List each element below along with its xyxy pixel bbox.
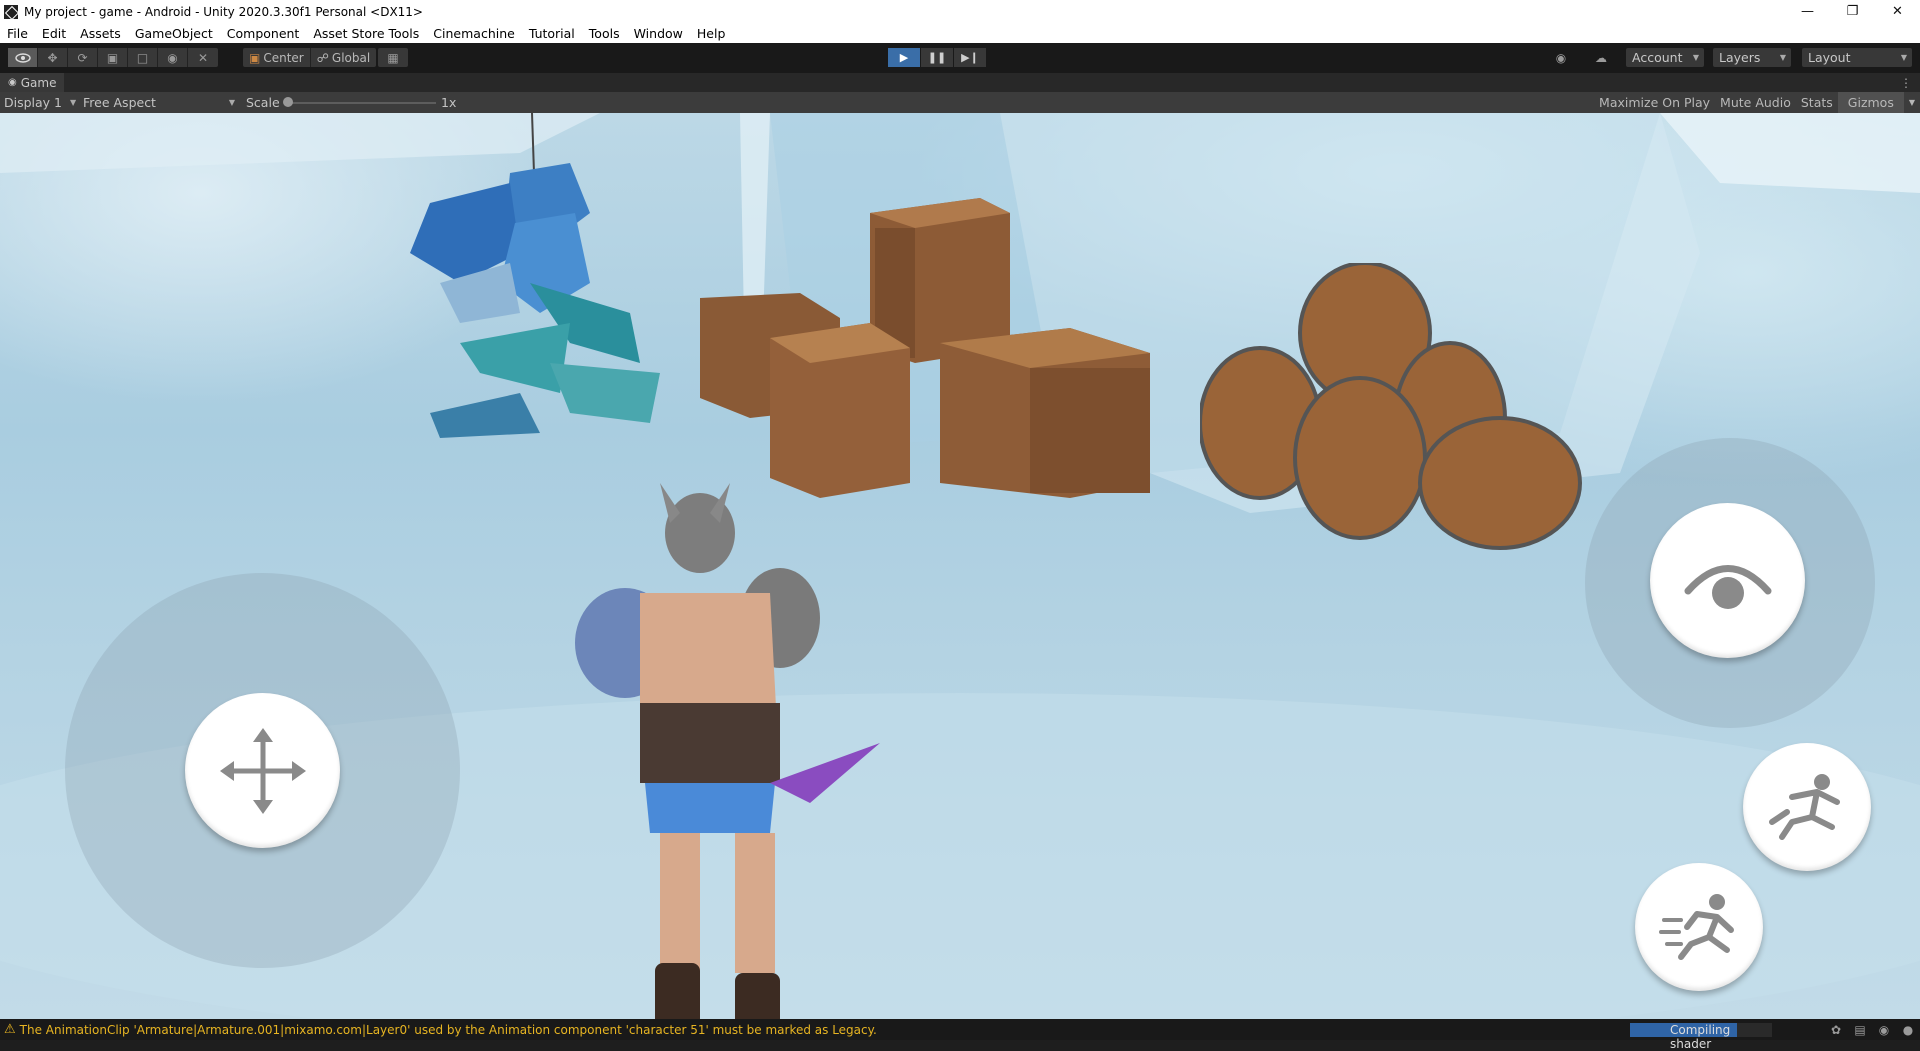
look-joystick-handle[interactable] <box>1650 503 1805 658</box>
sprint-button[interactable] <box>1635 863 1763 991</box>
tab-game-label: Game <box>20 75 57 90</box>
rect-tool-icon[interactable]: □ <box>128 48 158 67</box>
debug-icon[interactable]: ◉ <box>1872 1023 1896 1037</box>
step-button[interactable]: ▶❙ <box>954 48 986 67</box>
minimize-icon[interactable]: — <box>1785 0 1830 23</box>
tab-game[interactable]: ◉ Game <box>0 73 65 92</box>
status-bar: ⚠ The AnimationClip 'Armature|Armature.0… <box>0 1019 1920 1051</box>
unity-logo-icon <box>4 4 18 19</box>
move-arrows-icon <box>219 727 306 814</box>
menu-bar: File Edit Assets GameObject Component As… <box>0 23 1920 44</box>
menu-asset-store-tools[interactable]: Asset Store Tools <box>306 26 426 41</box>
console-message[interactable]: The AnimationClip 'Armature|Armature.001… <box>20 1023 877 1037</box>
pivot-toggles: ▣ Center ☍ Global <box>243 48 377 67</box>
rotate-tool-icon[interactable]: ⟳ <box>68 48 98 67</box>
status-icons: ✿ ▤ ◉ ● <box>1824 1019 1920 1040</box>
restore-icon[interactable]: ❐ <box>1830 0 1875 23</box>
window-titlebar: My project - game - Android - Unity 2020… <box>0 0 1920 23</box>
lock-icon[interactable]: ● <box>1896 1023 1920 1037</box>
menu-gameobject[interactable]: GameObject <box>128 26 220 41</box>
running-person-icon <box>1659 894 1734 960</box>
pivot-label: Center <box>263 50 304 65</box>
menu-tutorial[interactable]: Tutorial <box>522 26 582 41</box>
collab-icon[interactable]: ◉ <box>1548 48 1574 67</box>
gamepad-icon: ◉ <box>8 77 17 88</box>
cache-icon[interactable]: ▤ <box>1848 1023 1872 1037</box>
scale-value: 1x <box>441 95 457 110</box>
pivot-global-toggle[interactable]: ☍ Global <box>311 48 376 67</box>
bug-icon[interactable]: ✿ <box>1824 1023 1848 1037</box>
scale-tool-icon[interactable]: ▣ <box>98 48 128 67</box>
chevron-down-icon: ▼ <box>1900 53 1907 62</box>
move-joystick-handle[interactable] <box>185 693 340 848</box>
game-tab-bar: ◉ Game ⋮ <box>0 73 1920 92</box>
tab-menu-icon[interactable]: ⋮ <box>1900 76 1912 90</box>
layout-label: Layout <box>1808 50 1851 65</box>
main-toolbar: ✥ ⟳ ▣ □ ◉ ✕ ▣ Center ☍ Global ▦ ▶ ❚❚ ▶❙ ◉ … <box>0 43 1920 73</box>
layout-dropdown[interactable]: Layout ▼ <box>1802 48 1912 67</box>
warning-icon: ⚠ <box>4 1022 16 1037</box>
ice-crystal-plant <box>410 113 660 438</box>
account-label: Account <box>1632 50 1683 65</box>
menu-assets[interactable]: Assets <box>73 26 128 41</box>
display-dropdown[interactable]: Display 1 ▼ <box>4 92 76 113</box>
menu-file[interactable]: File <box>0 26 35 41</box>
pivot-icon: ▣ <box>249 50 261 65</box>
menu-window[interactable]: Window <box>627 26 690 41</box>
game-view-bar: Display 1 ▼ Free Aspect ▼ Scale 1x Maximiz… <box>0 92 1920 113</box>
jumping-person-icon <box>1769 774 1840 840</box>
gizmos-label: Gizmos <box>1847 95 1894 110</box>
scale-slider-track[interactable] <box>288 102 436 104</box>
chevron-down-icon: ▼ <box>228 98 235 107</box>
transform-tools: ✥ ⟳ ▣ □ ◉ ✕ <box>8 48 218 67</box>
play-button[interactable]: ▶ <box>888 48 920 67</box>
player-character <box>575 483 880 1019</box>
menu-tools[interactable]: Tools <box>582 26 627 41</box>
eye-icon <box>1684 564 1771 609</box>
playmode-controls: ▶ ❚❚ ▶❙ <box>888 48 987 67</box>
wooden-barrels <box>1200 263 1582 550</box>
move-tool-icon[interactable]: ✥ <box>38 48 68 67</box>
window-controls: — ❐ ✕ <box>1785 0 1920 23</box>
custom-tool-icon[interactable]: ✕ <box>188 48 218 67</box>
aspect-label: Free Aspect <box>83 95 156 110</box>
globe-icon: ☍ <box>316 50 329 65</box>
jump-button[interactable] <box>1743 743 1871 871</box>
grid-snap-icon[interactable]: ▦ <box>378 48 408 67</box>
display-label: Display 1 <box>4 95 63 110</box>
space-label: Global <box>331 50 371 65</box>
menu-help[interactable]: Help <box>690 26 733 41</box>
snap-group: ▦ <box>378 48 408 67</box>
pivot-center-toggle[interactable]: ▣ Center <box>243 48 311 67</box>
view-tool-icon[interactable] <box>8 48 38 67</box>
chevron-down-icon: ▼ <box>1779 53 1786 62</box>
account-dropdown[interactable]: Account ▼ <box>1626 48 1704 67</box>
menu-cinemachine[interactable]: Cinemachine <box>426 26 522 41</box>
transform-tool-icon[interactable]: ◉ <box>158 48 188 67</box>
cloud-icon[interactable]: ☁ <box>1588 48 1614 67</box>
pause-button[interactable]: ❚❚ <box>921 48 953 67</box>
progress-bar: Compiling shader <box>1630 1023 1772 1051</box>
layers-label: Layers <box>1719 50 1761 65</box>
window-title: My project - game - Android - Unity 2020… <box>24 4 423 19</box>
gizmos-dropdown-icon[interactable]: ▼ <box>1904 92 1920 113</box>
mute-audio-toggle[interactable]: Mute Audio <box>1715 92 1796 113</box>
chevron-down-icon: ▼ <box>1692 53 1699 62</box>
maximize-on-play-toggle[interactable]: Maximize On Play <box>1594 92 1715 113</box>
progress-label: Compiling shader <box>1670 1023 1731 1051</box>
menu-edit[interactable]: Edit <box>35 26 73 41</box>
layers-dropdown[interactable]: Layers ▼ <box>1713 48 1791 67</box>
scale-slider-handle[interactable] <box>283 97 293 107</box>
aspect-dropdown[interactable]: Free Aspect ▼ <box>83 92 235 113</box>
gizmos-toggle[interactable]: Gizmos <box>1837 92 1904 113</box>
stats-toggle[interactable]: Stats <box>1796 92 1838 113</box>
close-icon[interactable]: ✕ <box>1875 0 1920 23</box>
scale-label: Scale <box>246 95 280 110</box>
menu-component[interactable]: Component <box>220 26 307 41</box>
game-view-toggles: Maximize On Play Mute Audio Stats Gizmos… <box>1594 92 1920 113</box>
chevron-down-icon: ▼ <box>70 98 77 107</box>
game-viewport[interactable] <box>0 113 1920 1019</box>
